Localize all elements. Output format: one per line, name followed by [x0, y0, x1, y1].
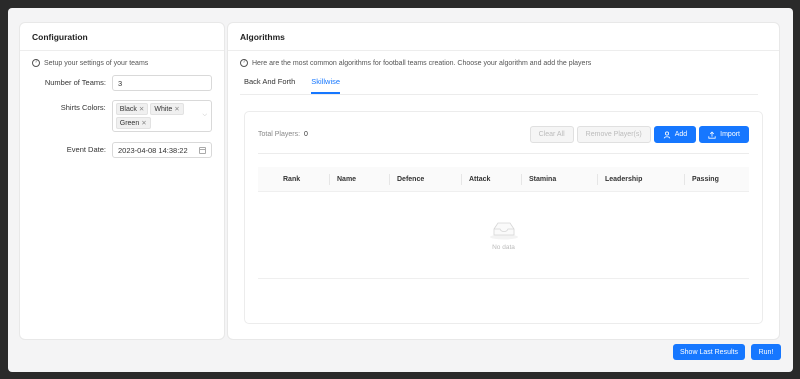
number-of-teams-input[interactable]: 3 [111, 75, 212, 91]
user-icon [663, 131, 670, 139]
import-button[interactable]: Import [699, 126, 749, 143]
remove-players-button[interactable]: Remove Player(s) [576, 126, 651, 143]
algorithms-title: Algorithms [228, 23, 779, 51]
total-players-label: Total Players: [258, 131, 301, 138]
configuration-title: Configuration [20, 23, 224, 51]
algorithms-hint: ? Here are the most common algorithms fo… [240, 59, 767, 67]
shirts-colors-select[interactable]: Black ✕ White ✕ Green ✕ ⌵ [111, 100, 212, 132]
calendar-icon [199, 146, 206, 154]
algorithms-card: Algorithms ? Here are the most common al… [227, 22, 780, 340]
event-date-picker[interactable]: 2023-04-08 14:38:22 [111, 142, 212, 158]
upload-icon [708, 131, 716, 139]
add-button-label: Add [674, 131, 688, 138]
number-of-teams-row: Number of Teams: 3 [32, 75, 212, 91]
column-name[interactable]: Name [329, 167, 389, 191]
algorithms-hint-text: Here are the most common algorithms for … [252, 59, 592, 67]
run-button[interactable]: Run! [751, 344, 781, 360]
tab-back-and-forth[interactable]: Back And Forth [244, 77, 295, 94]
number-of-teams-label: Number of Teams: [44, 78, 106, 87]
add-button[interactable]: Add [653, 126, 697, 143]
shirt-tag-green: Green ✕ [115, 117, 151, 129]
shirts-colors-row: Shirts Colors: Black ✕ White ✕ Green ✕ ⌵ [32, 100, 212, 132]
event-date-value: 2023-04-08 14:38:22 [117, 145, 188, 155]
configuration-hint: ? Setup your settings of your teams [32, 59, 212, 67]
question-circle-icon: ? [240, 59, 248, 67]
algorithm-tabs: Back And Forth Skillwise [240, 77, 758, 95]
shirt-tag-black: Black ✕ [115, 103, 149, 115]
empty-state: No data [258, 192, 749, 279]
empty-inbox-icon [489, 222, 518, 239]
import-button-label: Import [720, 131, 740, 138]
configuration-card: Configuration ? Setup your settings of y… [19, 22, 225, 340]
empty-text: No data [492, 243, 515, 251]
column-defence[interactable]: Defence [389, 167, 461, 191]
total-players: Total Players: 0 [258, 131, 308, 138]
show-last-results-button[interactable]: Show Last Results [673, 344, 745, 360]
configuration-hint-text: Setup your settings of your teams [44, 59, 149, 67]
column-rank[interactable]: Rank [258, 167, 329, 191]
close-icon[interactable]: ✕ [139, 105, 144, 113]
total-players-value: 0 [304, 131, 308, 138]
close-icon[interactable]: ✕ [174, 105, 179, 113]
table-header: Rank Name Defence Attack Stamina Leaders… [258, 167, 749, 192]
clear-all-button[interactable]: Clear All [529, 126, 574, 143]
column-leadership[interactable]: Leadership [597, 167, 684, 191]
tab-skillwise[interactable]: Skillwise [311, 77, 341, 94]
toolbar-divider [258, 153, 749, 154]
column-passing[interactable]: Passing [684, 167, 749, 191]
players-panel: Total Players: 0 Clear All Remove Player(… [244, 111, 763, 324]
shirts-colors-label: Shirts Colors: [60, 103, 106, 112]
event-date-label: Event Date: [66, 145, 106, 154]
column-attack[interactable]: Attack [461, 167, 521, 191]
column-stamina[interactable]: Stamina [521, 167, 597, 191]
close-icon[interactable]: ✕ [141, 119, 146, 127]
shirt-tag-white: White ✕ [150, 103, 184, 115]
players-toolbar: Total Players: 0 Clear All Remove Player(… [258, 126, 749, 143]
question-circle-icon: ? [32, 59, 40, 67]
app-window: Configuration ? Setup your settings of y… [8, 8, 793, 372]
event-date-row: Event Date: 2023-04-08 14:38:22 [32, 142, 212, 158]
chevron-down-icon: ⌵ [202, 112, 207, 118]
players-table: Rank Name Defence Attack Stamina Leaders… [258, 167, 749, 279]
players-actions: Clear All Remove Player(s) Add Import [529, 126, 749, 143]
